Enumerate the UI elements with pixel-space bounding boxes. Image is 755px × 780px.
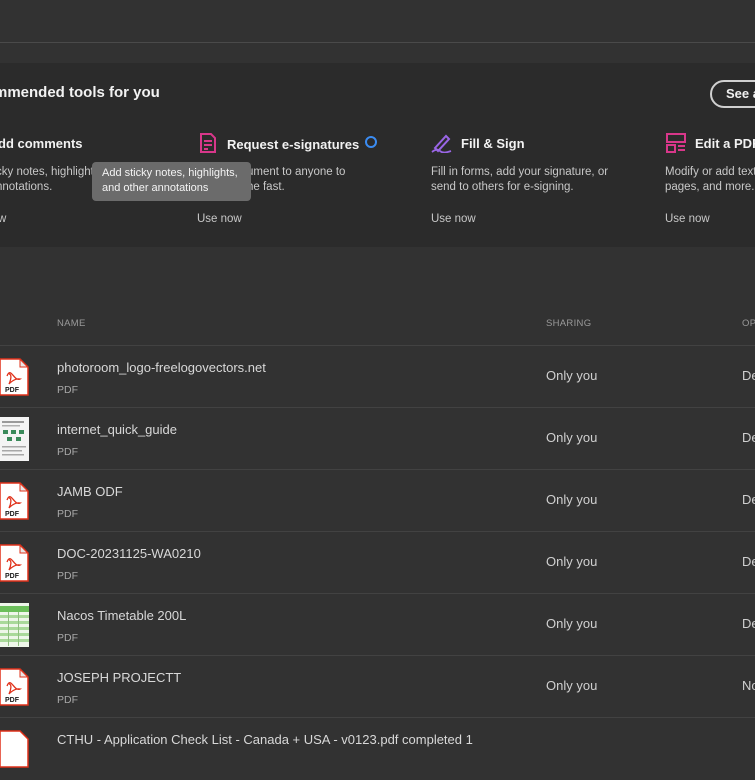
file-name[interactable]: internet_quick_guide: [57, 422, 177, 437]
use-now-link[interactable]: Use now: [197, 213, 242, 225]
new-badge-icon: [365, 136, 378, 148]
pdf-file-icon: PDF: [0, 668, 29, 706]
use-now-link[interactable]: Use now: [665, 213, 710, 225]
tool-title: dd comments: [0, 136, 83, 151]
sharing-status: Only you: [546, 492, 598, 507]
file-row[interactable]: PDF JAMB ODF PDF Only you De: [0, 469, 755, 532]
tool-description: Modify or add text pages, and more.: [665, 166, 755, 193]
recommended-tools-panel: mmended tools for you See a dd comments …: [0, 63, 755, 247]
opened-time: De: [742, 554, 755, 569]
fill-sign-pen-icon: [431, 134, 452, 153]
sharing-status: Only you: [546, 368, 598, 383]
header-divider: [0, 42, 755, 43]
file-type: PDF: [57, 632, 78, 644]
pdf-file-icon: PDF: [0, 358, 29, 396]
file-row[interactable]: internet_quick_guide PDF Only you De: [0, 407, 755, 470]
tool-title: Edit a PDF: [695, 136, 755, 151]
svg-text:PDF: PDF: [5, 511, 20, 518]
pdf-file-icon: PDF: [0, 482, 29, 520]
see-all-tools-button[interactable]: See a: [710, 80, 755, 108]
file-type: PDF: [57, 694, 78, 706]
edit-pdf-icon: [666, 133, 686, 153]
column-header-sharing[interactable]: SHARING: [546, 318, 591, 329]
file-name[interactable]: CTHU - Application Check List - Canada +…: [57, 732, 473, 747]
column-header-name[interactable]: NAME: [57, 318, 86, 329]
svg-text:PDF: PDF: [5, 573, 20, 580]
svg-text:PDF: PDF: [5, 387, 20, 394]
file-row[interactable]: PDF JOSEPH PROJECTT PDF Only you No: [0, 655, 755, 718]
request-signature-icon: [200, 133, 216, 153]
file-name[interactable]: photoroom_logo-freelogovectors.net: [57, 360, 266, 375]
file-row[interactable]: PDF photoroom_logo-freelogovectors.net P…: [0, 345, 755, 408]
column-header-opened[interactable]: OP: [742, 318, 755, 329]
file-type: PDF: [57, 446, 78, 458]
sharing-status: Only you: [546, 554, 598, 569]
file-name[interactable]: Nacos Timetable 200L: [57, 608, 186, 623]
timetable-thumbnail: [0, 603, 29, 647]
tool-title: Request e-signatures: [227, 136, 378, 152]
opened-time: De: [742, 492, 755, 507]
opened-time: De: [742, 368, 755, 383]
opened-time: De: [742, 616, 755, 631]
use-now-link[interactable]: Use now: [431, 213, 476, 225]
file-type: PDF: [57, 384, 78, 396]
sharing-status: Only you: [546, 616, 598, 631]
file-row[interactable]: CTHU - Application Check List - Canada +…: [0, 717, 755, 780]
pdf-file-icon: PDF: [0, 544, 29, 582]
file-type: PDF: [57, 570, 78, 582]
pdf-file-icon: [0, 730, 29, 768]
sharing-status: Only you: [546, 678, 598, 693]
sharing-status: Only you: [546, 430, 598, 445]
document-thumbnail: [0, 417, 29, 461]
tool-description: ument to anyone to he fast.: [247, 166, 346, 193]
opened-time: De: [742, 430, 755, 445]
file-name[interactable]: JAMB ODF: [57, 484, 123, 499]
file-name[interactable]: DOC-20231125-WA0210: [57, 546, 201, 561]
file-type: PDF: [57, 508, 78, 520]
tool-title: Fill & Sign: [461, 136, 525, 151]
recommended-tools-title: mmended tools for you: [0, 84, 160, 101]
svg-text:PDF: PDF: [5, 697, 20, 704]
file-row[interactable]: PDF DOC-20231125-WA0210 PDF Only you De: [0, 531, 755, 594]
tool-description: Fill in forms, add your signature, or sen…: [431, 166, 609, 193]
use-now-link[interactable]: w: [0, 213, 6, 225]
add-comments-tooltip: Add sticky notes, highlights, and other …: [92, 162, 251, 201]
file-name[interactable]: JOSEPH PROJECTT: [57, 670, 181, 685]
file-row[interactable]: Nacos Timetable 200L PDF Only you De: [0, 593, 755, 656]
opened-time: No: [742, 678, 755, 693]
